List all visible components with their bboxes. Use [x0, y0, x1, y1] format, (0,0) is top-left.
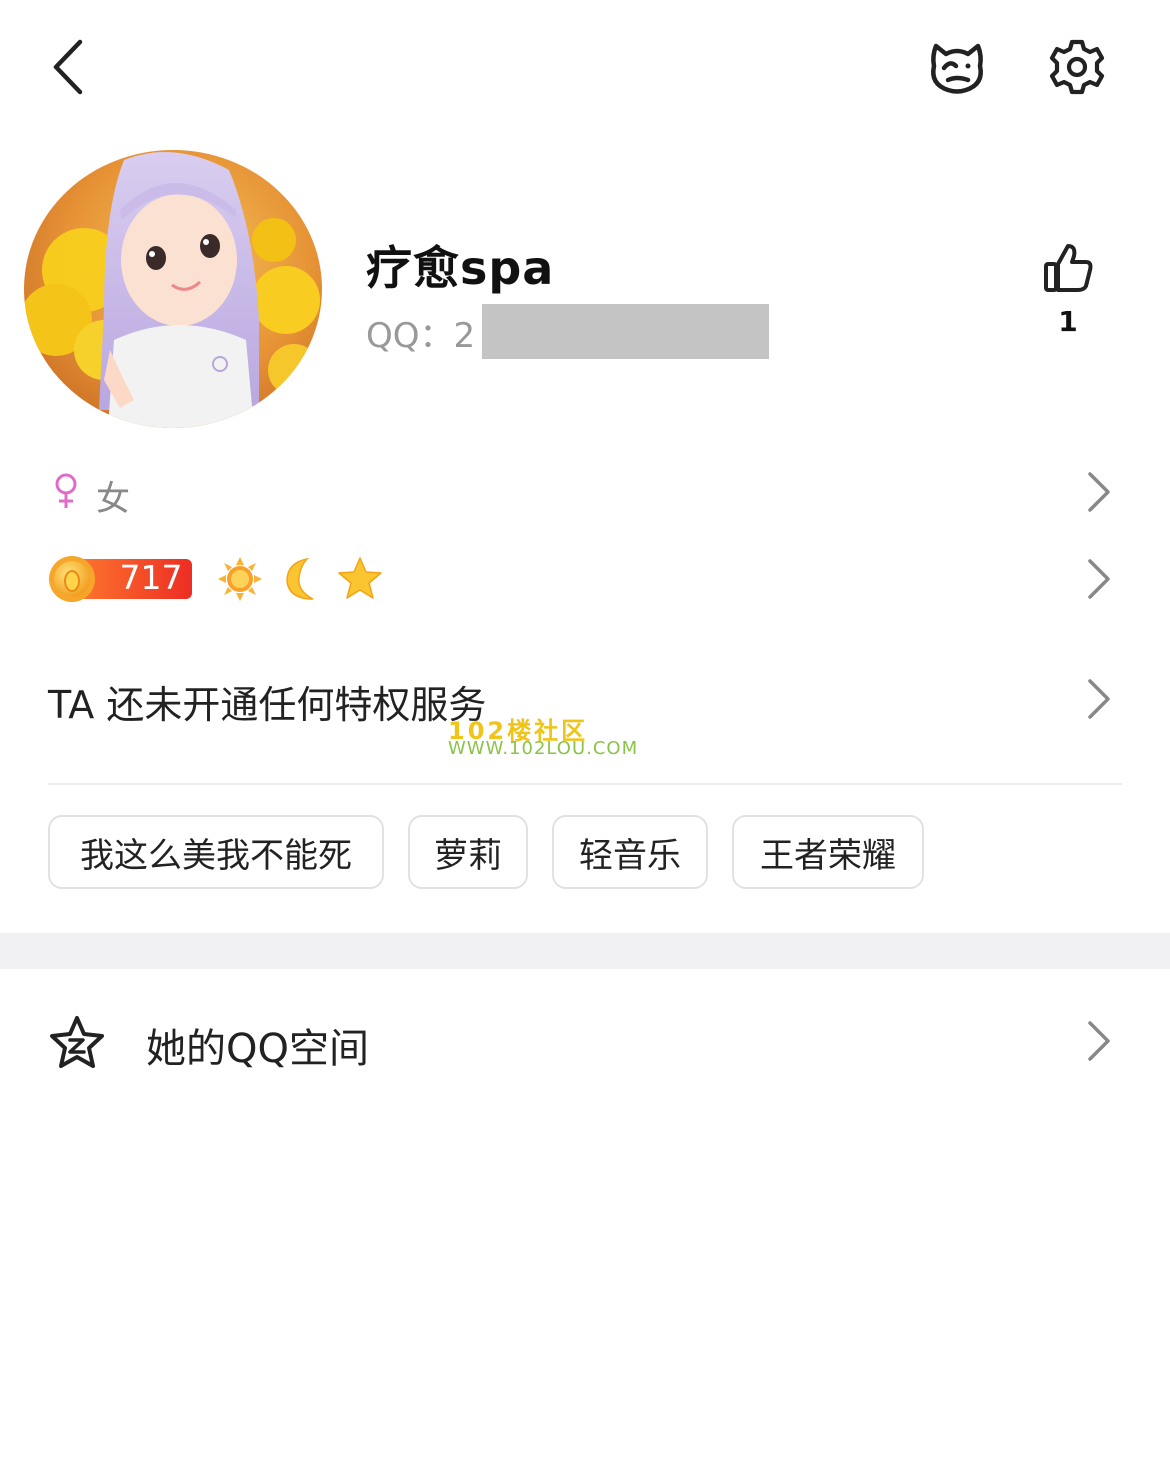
star-icon — [336, 555, 384, 603]
sun-icon — [216, 555, 264, 603]
qq-redaction — [482, 304, 769, 359]
like-button[interactable] — [1040, 240, 1096, 296]
chevron-right-icon — [1088, 679, 1110, 719]
level-row-chevron[interactable] — [1084, 555, 1114, 603]
qq-number: QQ：2 — [366, 316, 476, 356]
watermark-url: WWW.102LOU.COM — [448, 738, 639, 759]
privilege-row-chevron[interactable] — [1084, 675, 1114, 723]
qzone-link[interactable]: 她的QQ空间 — [146, 1016, 369, 1074]
female-symbol-icon — [52, 472, 80, 510]
like-count: 1 — [1058, 305, 1078, 338]
gear-icon — [1049, 39, 1105, 95]
bear-face-icon — [931, 43, 983, 94]
privilege-status[interactable]: TA 还未开通任何特权服务 — [48, 674, 486, 729]
chevron-right-icon — [1088, 472, 1110, 512]
tag-item[interactable]: 轻音乐 — [552, 815, 708, 889]
qzone-star-icon — [48, 1014, 106, 1072]
qzone-row-chevron[interactable] — [1084, 1017, 1114, 1065]
nickname: 疗愈spa — [366, 241, 555, 295]
settings-button[interactable] — [1046, 36, 1108, 98]
back-button[interactable] — [40, 32, 100, 102]
bear-button[interactable] — [926, 36, 988, 98]
section-separator — [0, 933, 1170, 969]
tag-item[interactable]: 萝莉 — [408, 815, 528, 889]
level-value: 717 — [119, 558, 183, 597]
divider — [48, 783, 1122, 785]
thumbs-up-icon — [1044, 244, 1093, 292]
chevron-right-icon — [1088, 1021, 1110, 1061]
gender-row-chevron[interactable] — [1084, 468, 1114, 516]
gender-label: 女 — [96, 479, 130, 519]
tag-item[interactable]: 我这么美我不能死 — [48, 815, 384, 889]
tag-item[interactable]: 王者荣耀 — [732, 815, 924, 889]
chevron-left-icon — [53, 39, 83, 95]
chevron-right-icon — [1088, 559, 1110, 599]
moon-icon — [277, 555, 325, 603]
avatar[interactable] — [24, 150, 322, 428]
